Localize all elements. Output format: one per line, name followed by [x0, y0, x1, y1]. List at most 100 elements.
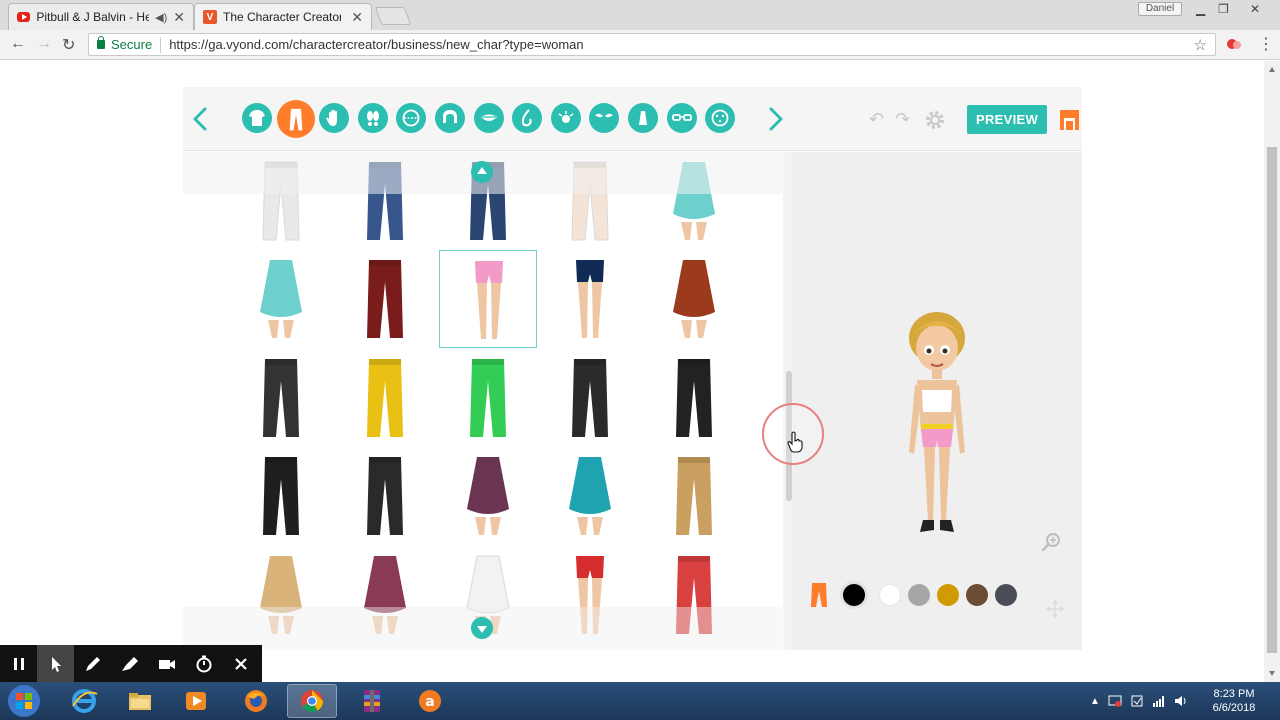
- url-field[interactable]: Secure https://ga.vyond.com/charactercre…: [88, 33, 1216, 56]
- timer-button[interactable]: [185, 645, 222, 682]
- category-nose-button[interactable]: [512, 103, 543, 133]
- bottom-item-pants[interactable]: [336, 349, 434, 447]
- bottom-item-pants[interactable]: [336, 447, 434, 545]
- category-eyebrow-button[interactable]: [589, 103, 620, 133]
- tab-title: The Character Creator fro: [223, 10, 341, 24]
- close-window-icon[interactable]: ✕: [1250, 2, 1260, 16]
- close-recorder-button[interactable]: [222, 645, 259, 682]
- scroll-up-icon[interactable]: [1269, 67, 1275, 72]
- category-beard-button[interactable]: [628, 103, 658, 133]
- bottom-item-skirt[interactable]: [336, 546, 434, 644]
- pause-button[interactable]: [0, 645, 37, 682]
- bottom-item-skirt[interactable]: [232, 250, 330, 348]
- scroll-up-arrow-icon[interactable]: [471, 161, 493, 183]
- bottom-item-skirt[interactable]: [645, 250, 743, 348]
- zoom-icon[interactable]: [1040, 531, 1062, 553]
- color-swatch[interactable]: [908, 584, 930, 606]
- bottom-item-skirt[interactable]: [541, 447, 639, 545]
- back-icon[interactable]: ←: [10, 35, 26, 53]
- new-tab-button[interactable]: [374, 7, 412, 25]
- tab-character-creator[interactable]: V The Character Creator fro ✕: [194, 3, 372, 30]
- category-makeup-button[interactable]: [705, 103, 736, 133]
- forward-icon[interactable]: →: [36, 35, 52, 53]
- profile-badge[interactable]: Daniel: [1138, 2, 1182, 16]
- undo-icon[interactable]: ↶: [869, 109, 884, 130]
- speaker-icon[interactable]: ◀): [155, 11, 167, 24]
- taskbar-file-explorer[interactable]: [115, 684, 165, 718]
- category-feet-button[interactable]: [357, 103, 388, 133]
- color-swatch[interactable]: [966, 584, 988, 606]
- menu-icon[interactable]: ⋮: [1258, 34, 1274, 54]
- start-button-icon[interactable]: [4, 683, 44, 719]
- bottom-item-pants[interactable]: [336, 250, 434, 348]
- preview-button[interactable]: PREVIEW: [967, 105, 1047, 134]
- bottom-item-shorts[interactable]: [541, 546, 639, 644]
- bottom-item-pants[interactable]: [232, 447, 330, 545]
- taskbar-media-player[interactable]: [171, 684, 221, 718]
- taskbar-avast[interactable]: a: [405, 684, 455, 718]
- taskbar-chrome[interactable]: [287, 684, 337, 718]
- volume-icon[interactable]: [1174, 694, 1188, 708]
- gear-icon[interactable]: [923, 108, 947, 132]
- hair-icon: [443, 110, 457, 123]
- tray-expand-icon[interactable]: ▲: [1090, 696, 1100, 707]
- category-hair-button[interactable]: [435, 103, 465, 133]
- bottom-item-pants[interactable]: [645, 546, 743, 644]
- redo-icon[interactable]: ↷: [895, 109, 910, 130]
- bottom-item-pants[interactable]: [541, 152, 639, 250]
- bottom-item-pants[interactable]: [232, 349, 330, 447]
- bottom-item-pants[interactable]: [232, 152, 330, 250]
- clock[interactable]: 8:23 PM 6/6/2018: [1202, 687, 1266, 715]
- bottom-item-shorts[interactable]: [541, 250, 639, 348]
- category-shirt-button[interactable]: [242, 103, 272, 133]
- move-icon[interactable]: [1045, 599, 1065, 619]
- next-category-icon[interactable]: [761, 104, 789, 134]
- highlighter-tool-button[interactable]: [111, 645, 148, 682]
- bookmark-star-icon[interactable]: ☆: [1194, 36, 1207, 54]
- network-alert-icon[interactable]: [1108, 694, 1122, 708]
- prev-category-icon[interactable]: [187, 104, 215, 134]
- pointer-tool-button[interactable]: [37, 645, 74, 682]
- page-scrollbar[interactable]: [1264, 61, 1280, 682]
- highlighter-icon: [121, 656, 138, 671]
- bottom-item-shorts[interactable]: [439, 250, 537, 348]
- save-icon[interactable]: [1059, 109, 1080, 131]
- action-center-icon[interactable]: [1130, 694, 1144, 708]
- category-glasses-button[interactable]: [666, 103, 697, 133]
- webcam-button[interactable]: [148, 645, 185, 682]
- bottom-item-pants[interactable]: [336, 152, 434, 250]
- pen-tool-button[interactable]: [74, 645, 111, 682]
- close-tab-icon[interactable]: ✕: [351, 9, 363, 26]
- pants-color-target-icon[interactable]: [809, 581, 829, 609]
- bottom-item-pants[interactable]: [645, 349, 743, 447]
- color-swatch[interactable]: [879, 584, 901, 606]
- signal-icon[interactable]: [1152, 694, 1166, 708]
- extension-icon[interactable]: [1226, 36, 1242, 52]
- color-swatch[interactable]: [995, 584, 1017, 606]
- category-mouth-button[interactable]: [473, 103, 504, 133]
- close-tab-icon[interactable]: ✕: [173, 9, 185, 26]
- reload-icon[interactable]: ↻: [62, 35, 75, 55]
- category-face-shape-button[interactable]: [396, 103, 427, 133]
- tab-youtube[interactable]: Pitbull & J Balvin - He ◀) ✕: [8, 3, 194, 30]
- scroll-thumb[interactable]: [1267, 147, 1277, 653]
- bottom-item-pants[interactable]: [645, 447, 743, 545]
- color-swatch[interactable]: [843, 584, 865, 606]
- taskbar-winrar[interactable]: [347, 684, 397, 718]
- category-hand-button[interactable]: [319, 103, 350, 133]
- skirt-icon: [569, 457, 611, 535]
- taskbar-internet-explorer[interactable]: [59, 684, 109, 718]
- bottom-item-pants[interactable]: [439, 349, 537, 447]
- category-eye-button[interactable]: [550, 103, 581, 133]
- category-pants-button[interactable]: [276, 100, 315, 138]
- bottom-item-pants[interactable]: [541, 349, 639, 447]
- bottom-item-skirt[interactable]: [439, 447, 537, 545]
- bottom-item-skirt[interactable]: [645, 152, 743, 250]
- scroll-down-arrow-icon[interactable]: [471, 617, 493, 639]
- scroll-down-icon[interactable]: [1269, 671, 1275, 676]
- restore-icon[interactable]: ❐: [1218, 2, 1229, 16]
- taskbar-firefox[interactable]: [231, 684, 281, 718]
- color-swatch[interactable]: [937, 584, 959, 606]
- bottom-item-skirt[interactable]: [232, 546, 330, 644]
- minimize-icon[interactable]: ▁: [1196, 2, 1205, 16]
